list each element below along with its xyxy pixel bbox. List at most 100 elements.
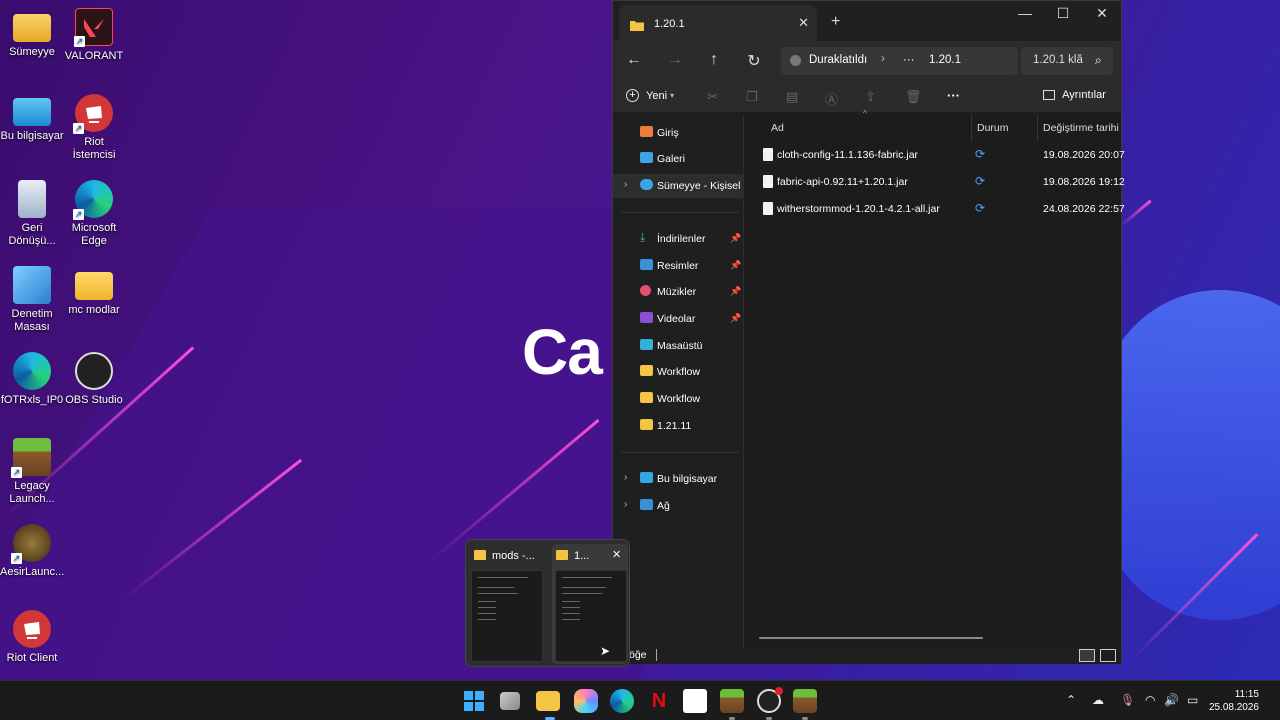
mouse-cursor-icon: ➤ — [600, 644, 611, 658]
desktop-icon-mc-modlar[interactable]: mc modlar — [62, 266, 126, 317]
sidebar-item-downloads[interactable]: ⤓ İndirilenler 📌 — [613, 227, 744, 251]
cut-icon[interactable]: ✂ — [707, 89, 718, 105]
desktop-icon-recycle-bin[interactable]: Geri Dönüşü... — [0, 180, 64, 248]
desktop-icon-obs[interactable]: OBS Studio — [62, 352, 126, 407]
search-input[interactable]: 1.20.1 klă — [1033, 54, 1083, 66]
file-name: fabric-api-0.92.11+1.20.1.jar — [777, 176, 908, 188]
table-row[interactable]: cloth-config-11.1.136-fabric.jar ⟳ 19.08… — [745, 142, 1125, 168]
minecraft-game-icon[interactable] — [793, 689, 817, 713]
minimize-button[interactable]: — — [1005, 5, 1045, 21]
sidebar-item-1-21-11[interactable]: 1.21.11 — [613, 414, 744, 438]
paste-icon[interactable]: ▤ — [786, 89, 798, 105]
wifi-icon[interactable]: ◠ — [1145, 693, 1155, 707]
details-pane-button[interactable]: Ayrıntılar — [1043, 89, 1106, 101]
desktop-icon-valorant[interactable]: ↗ VALORANT — [62, 8, 126, 63]
copy-icon[interactable]: ❐ — [746, 89, 758, 105]
breadcrumb-ellipsis[interactable]: ··· — [903, 54, 915, 66]
chevron-up-icon[interactable]: ⌃ — [1066, 693, 1076, 707]
maximize-button[interactable]: ☐ — [1043, 5, 1083, 22]
system-clock[interactable]: 11:15 25.08.2026 — [1209, 688, 1259, 714]
column-separator[interactable] — [971, 115, 972, 141]
onedrive-sync-icon[interactable]: ☁ — [1092, 693, 1104, 707]
shortcut-arrow-icon: ↗ — [74, 36, 85, 47]
battery-icon[interactable]: ▭ — [1187, 693, 1198, 707]
rename-icon[interactable]: Ⓐ — [825, 89, 838, 108]
chevron-right-icon[interactable]: › — [624, 472, 627, 483]
desktop-icon-riot-client[interactable]: Riot Client — [0, 610, 64, 665]
desktop-icon-aesir-launcher[interactable]: ↗ AesirLaunc... — [0, 524, 64, 579]
more-options-button[interactable]: ··· — [947, 88, 960, 103]
file-explorer-taskbar-button[interactable] — [536, 691, 560, 711]
sidebar-item-onedrive[interactable]: › Sümeyye - Kişisel — [613, 174, 744, 198]
pin-icon[interactable]: 📌 — [730, 260, 741, 271]
desktop-icon-legacy-launcher[interactable]: ↗ Legacy Launch... — [0, 438, 64, 506]
pin-icon[interactable]: 📌 — [730, 313, 741, 324]
volume-icon[interactable]: 🔊 — [1164, 693, 1179, 707]
preview-item-label: mods -... — [492, 550, 535, 562]
back-arrow-icon[interactable]: ← — [622, 51, 646, 69]
column-header-status[interactable]: Durum — [977, 122, 1009, 134]
microphone-icon[interactable]: 🎙 — [1120, 693, 1135, 707]
table-row[interactable]: witherstormmod-1.20.1-4.2.1-all.jar ⟳ 24… — [745, 196, 1125, 222]
chevron-right-icon[interactable]: › — [624, 499, 627, 510]
breadcrumb-chevron-icon: › — [881, 53, 885, 65]
desktop-icon-edge[interactable]: ↗ Microsoft Edge — [62, 180, 126, 248]
netflix-icon[interactable]: N — [647, 689, 671, 713]
desktop-icon-this-pc[interactable]: Bu bilgisayar — [0, 94, 64, 143]
sidebar-item-workflow-2[interactable]: Workflow — [613, 387, 744, 411]
edge-taskbar-icon[interactable] — [610, 689, 634, 713]
sidebar-item-videos[interactable]: Videolar 📌 — [613, 307, 744, 331]
pin-icon[interactable]: 📌 — [730, 233, 741, 244]
sidebar-item-desktop[interactable]: Masaüstü — [613, 334, 744, 358]
sidebar-item-label: Giriş — [657, 127, 679, 139]
horizontal-scrollbar[interactable] — [759, 637, 983, 639]
task-view-button[interactable] — [500, 692, 520, 710]
valorant-icon: ↗ — [74, 8, 113, 47]
chevron-right-icon[interactable]: › — [624, 179, 627, 190]
pin-icon[interactable]: 📌 — [730, 286, 741, 297]
new-tab-button[interactable]: + — [831, 13, 840, 31]
new-button[interactable]: + Yeni ▾ — [626, 89, 674, 102]
sidebar-item-workflow-1[interactable]: Workflow — [613, 360, 744, 384]
search-box[interactable]: 1.20.1 klă ⌕ — [1021, 47, 1113, 75]
close-tab-icon[interactable]: ✕ — [798, 15, 809, 31]
file-date: 19.08.2026 20:07 — [1043, 149, 1125, 161]
tab-1-20-1[interactable]: 1.20.1 ✕ — [619, 5, 817, 41]
column-header-modified[interactable]: Değiştirme tarihi — [1043, 122, 1119, 134]
desktop-icon-control-panel[interactable]: Denetim Masası — [0, 266, 64, 334]
copilot-icon[interactable] — [574, 689, 598, 713]
sync-pending-icon: ⟳ — [975, 174, 986, 188]
window-thumbnail — [471, 570, 543, 662]
table-row[interactable]: fabric-api-0.92.11+1.20.1.jar ⟳ 19.08.20… — [745, 169, 1125, 195]
details-view-icon[interactable] — [1079, 649, 1095, 662]
delete-icon[interactable]: 🗑 — [905, 89, 922, 105]
breadcrumb-current[interactable]: 1.20.1 — [929, 54, 961, 66]
close-preview-icon[interactable]: ✕ — [612, 548, 621, 561]
column-header-name[interactable]: Ad — [771, 122, 784, 134]
minecraft-launcher-icon[interactable] — [720, 689, 744, 713]
sidebar-item-gallery[interactable]: Galeri — [613, 147, 744, 171]
start-button[interactable] — [462, 689, 486, 713]
tiles-view-icon[interactable] — [1100, 649, 1116, 662]
refresh-icon[interactable]: ↻ — [742, 51, 766, 71]
address-prefix[interactable]: Duraklatıldı — [809, 54, 867, 66]
obs-taskbar-icon[interactable] — [757, 687, 783, 713]
close-window-button[interactable]: ✕ — [1082, 5, 1122, 22]
command-bar: + Yeni ▾ ✂ ❐ ▤ Ⓐ ⇪ 🗑 ··· Ayrıntılar — [613, 81, 1121, 113]
address-bar[interactable]: Duraklatıldı › ··· 1.20.1 — [781, 47, 1018, 75]
sidebar-item-network[interactable]: › Ağ — [613, 494, 744, 518]
desktop-icon-fotrxls[interactable]: fOTRxls_IP0 — [0, 352, 64, 407]
share-icon[interactable]: ⇪ — [865, 89, 876, 105]
sidebar-item-this-pc[interactable]: › Bu bilgisayar — [613, 467, 744, 491]
up-arrow-icon[interactable]: ↑ — [702, 51, 726, 69]
title-bar: 1.20.1 ✕ + — ☐ ✕ — [613, 1, 1121, 41]
forward-arrow-icon[interactable]: → — [663, 51, 687, 69]
desktop-icon-riot-client-tr[interactable]: ↗ Riot İstemcisi — [62, 94, 126, 162]
microsoft-store-icon[interactable] — [683, 689, 707, 713]
sidebar-item-home[interactable]: Giriş — [613, 121, 744, 145]
windows-logo-icon — [464, 702, 473, 711]
column-separator[interactable] — [1037, 115, 1038, 141]
sidebar-item-pictures[interactable]: Resimler 📌 — [613, 254, 744, 278]
desktop-icon-sumeyye[interactable]: Sümeyye — [0, 8, 64, 59]
sidebar-item-music[interactable]: Müzikler 📌 — [613, 280, 744, 304]
